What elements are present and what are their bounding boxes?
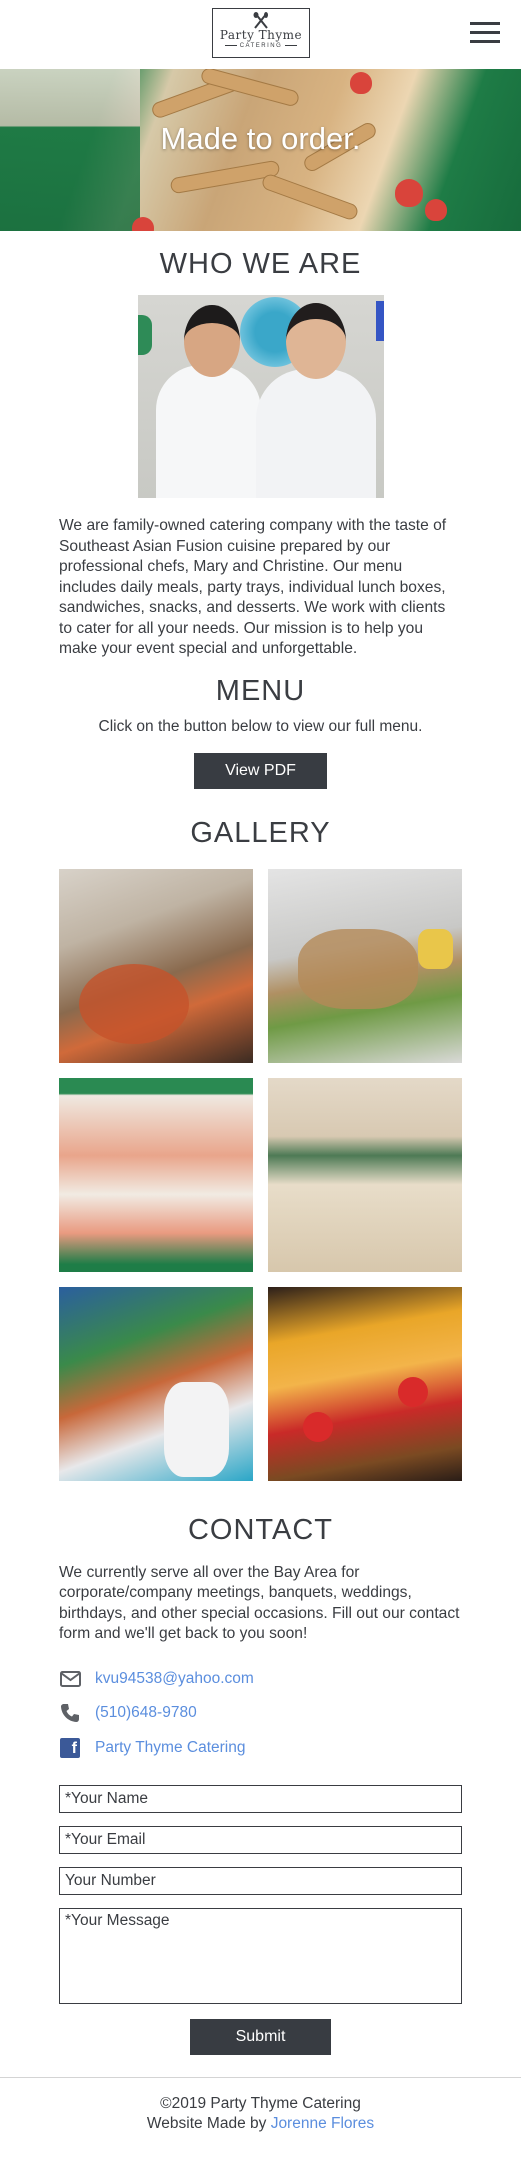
envelope-icon <box>59 1669 81 1689</box>
hero-banner: Made to order. <box>0 69 521 231</box>
submit-button[interactable]: Submit <box>190 2018 331 2055</box>
site-header: Party Thyme CATERING <box>0 0 521 69</box>
contact-info: kvu94538@yahoo.com (510)648-9780 f Party… <box>59 1668 462 1759</box>
menu-hamburger-icon[interactable] <box>470 22 500 44</box>
phone-row: (510)648-9780 <box>59 1702 462 1724</box>
name-field[interactable] <box>59 1784 462 1813</box>
menu-instructions: Click on the button below to view our fu… <box>98 717 423 735</box>
gallery-heading: GALLERY <box>190 816 331 849</box>
author-link[interactable]: Jorenne Flores <box>271 2115 374 2132</box>
contact-text: We currently serve all over the Bay Area… <box>59 1563 460 1643</box>
gallery-grid <box>59 868 462 1481</box>
site-footer: ©2019 Party Thyme Catering Website Made … <box>0 2076 521 2157</box>
contact-form: Submit <box>59 1784 462 2055</box>
copyright-text: ©2019 Party Thyme Catering <box>160 2094 361 2112</box>
gallery-image[interactable] <box>59 1077 253 1272</box>
logo-subtitle: CATERING <box>213 42 309 50</box>
credit-label: Website Made by <box>146 2114 271 2132</box>
gallery-image[interactable] <box>268 868 462 1063</box>
view-pdf-button[interactable]: View PDF <box>194 752 327 789</box>
about-text: We are family-owned catering company wit… <box>59 517 447 657</box>
facebook-link[interactable]: Party Thyme Catering <box>95 1739 245 1757</box>
number-field[interactable] <box>59 1866 462 1895</box>
gallery-image[interactable] <box>59 1286 253 1481</box>
who-we-are-heading: WHO WE ARE <box>159 248 362 280</box>
email-row: kvu94538@yahoo.com <box>59 1668 462 1690</box>
menu-heading: MENU <box>215 674 306 707</box>
phone-link[interactable]: (510)648-9780 <box>95 1704 197 1722</box>
message-field[interactable] <box>59 1907 462 2004</box>
email-field[interactable] <box>59 1825 462 1854</box>
utensils-icon <box>213 12 309 29</box>
email-link[interactable]: kvu94538@yahoo.com <box>95 1670 254 1688</box>
facebook-icon: f <box>59 1737 81 1758</box>
contact-heading: CONTACT <box>187 1513 333 1546</box>
logo[interactable]: Party Thyme CATERING <box>212 8 310 58</box>
phone-icon <box>59 1703 81 1723</box>
facebook-row: f Party Thyme Catering <box>59 1737 462 1759</box>
credit-line: Website Made by Jorenne Flores <box>0 2114 521 2134</box>
gallery-image[interactable] <box>268 1077 462 1272</box>
logo-name: Party Thyme <box>219 28 303 42</box>
gallery-image[interactable] <box>268 1286 462 1481</box>
chefs-photo <box>137 295 384 498</box>
gallery-image[interactable] <box>59 868 253 1063</box>
hero-title: Made to order. <box>160 121 361 156</box>
